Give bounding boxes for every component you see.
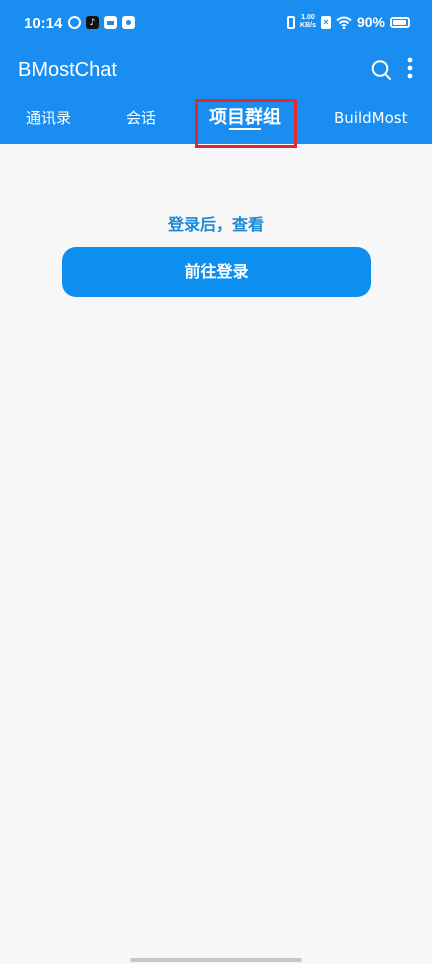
message-icon (122, 16, 135, 29)
tab-conversations[interactable]: 会话 (126, 92, 156, 144)
tab-buildmost[interactable]: BuildMost (334, 92, 407, 144)
status-bar: 10:14 ♪ 1.00 KB/s × 90% (0, 0, 432, 50)
more-icon[interactable] (403, 56, 417, 80)
network-speed: 1.00 KB/s (300, 14, 316, 30)
app-title: BMostChat (18, 59, 117, 81)
battery-percentage: 90% (356, 14, 385, 30)
sync-icon (68, 16, 81, 29)
network-speed-unit: KB/s (300, 22, 316, 29)
tiktok-icon: ♪ (86, 16, 99, 29)
wifi-icon (336, 16, 352, 29)
highlight-box (195, 99, 297, 148)
status-time: 10:14 (24, 15, 63, 32)
sim-off-icon: × (320, 15, 331, 29)
vibrate-icon (287, 15, 296, 29)
system-icons: 1.00 KB/s × 90% (287, 14, 410, 30)
app-bar: BMostChat (0, 50, 432, 92)
home-indicator[interactable] (130, 958, 302, 962)
tab-contacts[interactable]: 通讯录 (26, 92, 71, 144)
network-speed-value: 1.00 (301, 14, 315, 21)
login-hint: 登录后，查看 (167, 215, 264, 234)
battery-icon (390, 16, 410, 28)
mail-icon (104, 16, 117, 29)
notification-icons: ♪ (68, 16, 135, 29)
main-content: 登录后，查看 前往登录 (0, 144, 432, 964)
go-login-button[interactable]: 前往登录 (62, 247, 371, 297)
search-icon[interactable] (370, 58, 392, 82)
